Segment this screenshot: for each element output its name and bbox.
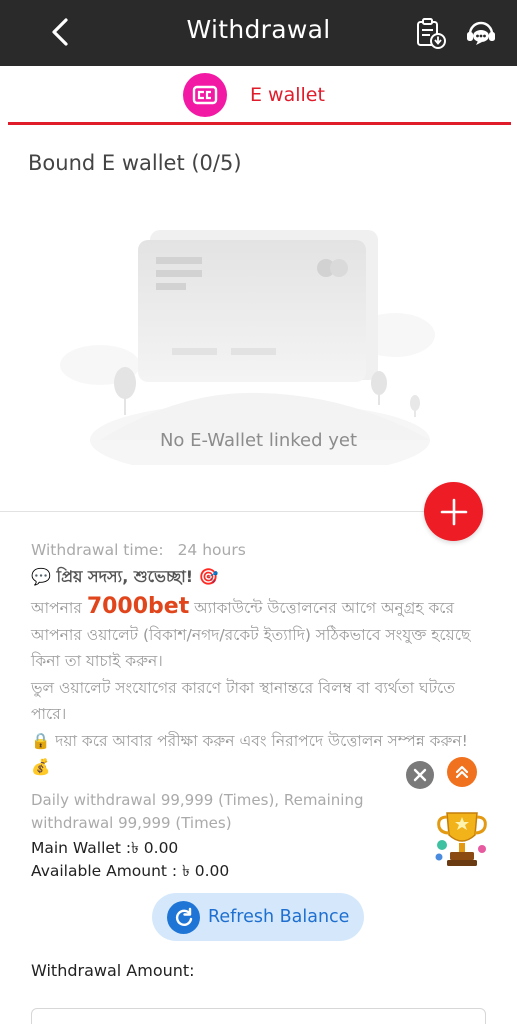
refresh-balance-button[interactable]: Refresh Balance [152, 893, 364, 941]
available-amount: Available Amount : ৳ 0.00 [31, 862, 230, 880]
close-icon [413, 768, 427, 782]
wallet-notice: আপনার 7000bet অ্যাকাউন্টে উত্তোলনের আগে … [31, 594, 476, 781]
bound-wallet-title: Bound E wallet (0/5) [28, 151, 242, 175]
notice-intro: আপনার [31, 599, 87, 617]
trophy-icon[interactable] [433, 805, 491, 871]
add-wallet-button[interactable] [424, 482, 483, 541]
scroll-top-button[interactable] [447, 757, 477, 787]
refresh-balance-label: Refresh Balance [208, 907, 350, 927]
notice-warning: ভুল ওয়ালেট সংযোগের কারণে টাকা স্থানান্ত… [31, 678, 455, 724]
wallet-icon [183, 73, 227, 117]
tab-e-wallet[interactable]: E wallet [183, 73, 325, 117]
double-chevron-up-icon [455, 765, 469, 779]
active-tab-indicator [8, 122, 511, 125]
wallet-balances: Main Wallet :৳ 0.00 Available Amount : ৳… [31, 837, 491, 883]
main-wallet-balance: Main Wallet :৳ 0.00 [31, 839, 179, 857]
withdrawal-amount-label: Withdrawal Amount: [31, 961, 195, 980]
clipboard-download-icon[interactable] [413, 16, 447, 50]
withdrawal-time-label: Withdrawal time: [31, 541, 164, 559]
top-bar: Withdrawal [0, 0, 517, 66]
plus-icon [440, 498, 467, 525]
empty-state-text: No E-Wallet linked yet [159, 430, 358, 451]
greeting-text: 💬 প্রিয় সদস্য, শুভেচ্ছা! 🎯 [31, 567, 219, 586]
close-widget-button[interactable] [406, 761, 434, 789]
empty-wallet-illustration [60, 230, 435, 465]
notice-closing: 🔒 দয়া করে আবার পরীক্ষা করুন এবং নিরাপদে… [31, 731, 468, 777]
section-divider [0, 511, 424, 512]
brand-name: 7000bet [86, 594, 190, 619]
withdrawal-amount-input[interactable] [31, 1008, 486, 1024]
refresh-icon [167, 900, 200, 934]
headset-chat-icon[interactable] [464, 16, 498, 50]
withdrawal-time: Withdrawal time: 24 hours [31, 541, 491, 559]
withdrawal-time-value: 24 hours [177, 541, 246, 559]
wallet-tab-bar: E wallet [0, 66, 517, 128]
tab-label: E wallet [250, 84, 325, 106]
daily-limit-text: Daily withdrawal 99,999 (Times), Remaini… [31, 791, 364, 832]
